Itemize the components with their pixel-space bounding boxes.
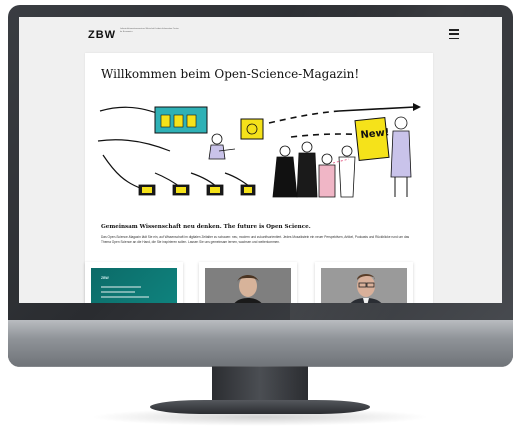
page-title: Willkommen beim Open-Science-Magazin!	[101, 67, 360, 81]
monitor-edge-highlight	[8, 366, 513, 367]
card-thumbnail-teal: ZBW	[91, 268, 177, 303]
section-heading: Gemeinsam Wissenschaft neu denken. The f…	[101, 224, 311, 230]
main-content: Willkommen beim Open-Science-Magazin! Ne…	[85, 53, 433, 303]
monitor-screen: ZBW Leibniz-Informationszentrum Wirtscha…	[19, 17, 502, 303]
hero-illustration: New!	[97, 103, 421, 198]
article-card[interactable]	[199, 262, 297, 303]
portrait-image	[205, 268, 291, 303]
card-logo: ZBW	[101, 276, 109, 280]
article-card[interactable]: ZBW	[85, 262, 183, 303]
monitor-stand-neck	[212, 366, 308, 402]
logo-subtitle: Leibniz-Informationszentrum Wirtschaft L…	[120, 28, 179, 33]
portrait-image	[321, 268, 407, 303]
zbw-logo[interactable]: ZBW	[88, 29, 116, 41]
monitor-chin	[8, 320, 513, 367]
monitor-stand-base	[150, 400, 370, 414]
article-card[interactable]	[315, 262, 413, 303]
intro-text: Das Open-Science-Magazin lädt Sie ein, a…	[101, 235, 410, 244]
site-header: ZBW Leibniz-Informationszentrum Wirtscha…	[19, 17, 502, 53]
hamburger-menu-icon[interactable]	[449, 29, 459, 39]
